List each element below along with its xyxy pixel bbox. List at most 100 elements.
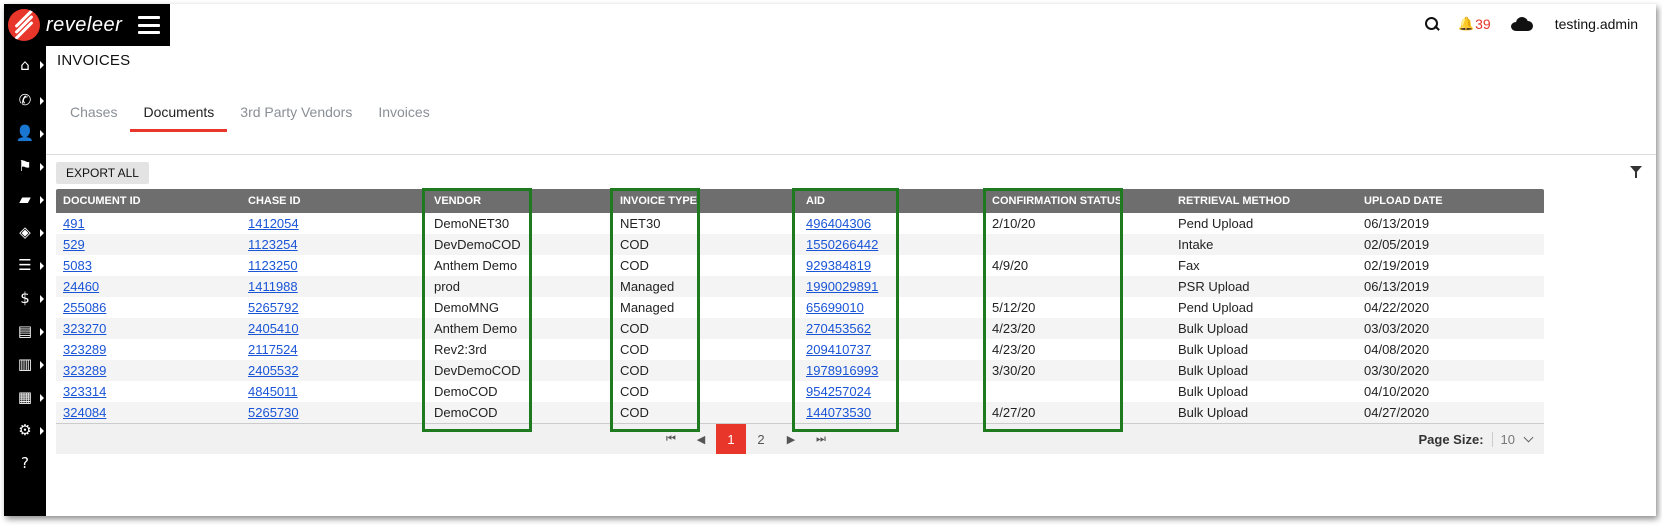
cell-link[interactable]: 5265792 bbox=[248, 300, 299, 315]
caret-right-icon bbox=[40, 228, 44, 237]
hamburger-menu-icon[interactable] bbox=[138, 16, 161, 34]
cell-link[interactable]: 144073530 bbox=[806, 405, 871, 420]
table-row: 323289 2405532 DevDemoCOD COD 1978916993 3/30… bbox=[56, 360, 1544, 381]
table-row: 323289 2117524 Rev2:3rd COD 209410737 4/23/20… bbox=[56, 339, 1544, 360]
table-cell: 03/03/2020 bbox=[1364, 321, 1430, 336]
caret-right-icon bbox=[40, 327, 44, 336]
sidebar-item-clipboard[interactable]: ▤ bbox=[4, 315, 46, 348]
cell-link[interactable]: 1412054 bbox=[248, 216, 299, 231]
cell-link[interactable]: 323270 bbox=[63, 321, 106, 336]
caret-right-icon bbox=[40, 162, 44, 171]
table-cell: 929384819 bbox=[799, 258, 985, 273]
caret-right-icon bbox=[40, 360, 44, 369]
cell-link[interactable]: 5265730 bbox=[248, 405, 299, 420]
column-header[interactable]: UPLOAD DATE bbox=[1357, 195, 1544, 207]
table-cell: DemoNET30 bbox=[434, 216, 510, 231]
table-cell: 04/22/2020 bbox=[1364, 300, 1430, 315]
sidebar-item-dollar[interactable]: $ bbox=[4, 282, 46, 315]
cell-link[interactable]: 496404306 bbox=[806, 216, 871, 231]
cell-link[interactable]: 323314 bbox=[63, 384, 106, 399]
table-row: 324084 5265730 DemoCOD COD 144073530 4/27/20 B… bbox=[56, 402, 1544, 423]
table-cell: 4845011 bbox=[241, 384, 427, 399]
cell-link[interactable]: 954257024 bbox=[806, 384, 871, 399]
cell-link[interactable]: 1990029891 bbox=[806, 279, 878, 294]
page-size-label: Page Size: bbox=[1418, 431, 1484, 447]
document-icon: ▥ bbox=[17, 355, 33, 373]
cell-link[interactable]: 209410737 bbox=[806, 342, 871, 357]
sidebar-item-briefcase[interactable]: ▰ bbox=[4, 183, 46, 216]
column-header[interactable]: CONFIRMATION STATUS bbox=[985, 195, 1171, 207]
cell-link[interactable]: 65699010 bbox=[806, 300, 864, 315]
cell-link[interactable]: 1123250 bbox=[248, 258, 298, 273]
phone-icon: ✆ bbox=[18, 91, 32, 109]
sidebar-item-flag[interactable]: ⚑ bbox=[4, 150, 46, 183]
flag-icon: ⚑ bbox=[18, 157, 32, 175]
table-cell: 65699010 bbox=[799, 300, 985, 315]
table-row: 323270 2405410 Anthem Demo COD 270453562 4/23… bbox=[56, 318, 1544, 339]
column-header[interactable]: AID bbox=[799, 195, 985, 207]
cell-link[interactable]: 255086 bbox=[63, 300, 106, 315]
sidebar-item-document[interactable]: ▥ bbox=[4, 348, 46, 381]
column-header[interactable]: VENDOR bbox=[427, 195, 613, 207]
filter-icon[interactable] bbox=[1630, 166, 1642, 178]
sidebar-item-users[interactable]: 👤 bbox=[4, 117, 46, 150]
cell-link[interactable]: 929384819 bbox=[806, 258, 871, 273]
table-cell: Managed bbox=[620, 300, 675, 315]
pagination-bar: ⏮ ◀ 12 ▶ ⏭ Page Size: 10 bbox=[56, 424, 1544, 454]
cell-link[interactable]: 529 bbox=[63, 237, 85, 252]
page-number-button[interactable]: 1 bbox=[716, 424, 746, 454]
cell-link[interactable]: 1411988 bbox=[248, 279, 298, 294]
cell-link[interactable]: 1978916993 bbox=[806, 363, 878, 378]
cell-link[interactable]: 2405532 bbox=[248, 363, 299, 378]
column-header[interactable]: INVOICE TYPE bbox=[613, 195, 799, 207]
cell-link[interactable]: 2405410 bbox=[248, 321, 299, 336]
table-cell: 255086 bbox=[56, 300, 241, 315]
cell-link[interactable]: 491 bbox=[63, 216, 85, 231]
prev-page-icon[interactable]: ◀ bbox=[686, 424, 716, 454]
cell-link[interactable]: 2117524 bbox=[248, 342, 298, 357]
notifications-button[interactable]: 🔔 39 bbox=[1458, 16, 1491, 32]
tab-3rd-party-vendors[interactable]: 3rd Party Vendors bbox=[227, 100, 365, 132]
table-cell: 323314 bbox=[56, 384, 241, 399]
cell-link[interactable]: 323289 bbox=[63, 342, 106, 357]
table-cell: Bulk Upload bbox=[1178, 342, 1249, 357]
cell-link[interactable]: 24460 bbox=[63, 279, 99, 294]
page-size-select[interactable]: 10 bbox=[1491, 431, 1534, 447]
cell-link[interactable]: 324084 bbox=[63, 405, 106, 420]
sidebar-item-list[interactable]: ☰ bbox=[4, 249, 46, 282]
sidebar-item-chart[interactable]: ▦ bbox=[4, 381, 46, 414]
first-page-icon[interactable]: ⏮ bbox=[656, 424, 686, 454]
cell-link[interactable]: 323289 bbox=[63, 363, 106, 378]
sidebar-item-settings[interactable]: ⚙ bbox=[4, 414, 46, 447]
table-cell: 1123254 bbox=[241, 237, 427, 252]
cell-link[interactable]: 270453562 bbox=[806, 321, 871, 336]
cell-link[interactable]: 1550266442 bbox=[806, 237, 878, 252]
sidebar-item-phone[interactable]: ✆ bbox=[4, 84, 46, 117]
tab-chases[interactable]: Chases bbox=[57, 100, 130, 132]
page-number-button[interactable]: 2 bbox=[746, 424, 776, 454]
last-page-icon[interactable]: ⏭ bbox=[806, 424, 836, 454]
tab-invoices[interactable]: Invoices bbox=[365, 100, 442, 132]
next-page-icon[interactable]: ▶ bbox=[776, 424, 806, 454]
reveleer-logo-icon bbox=[8, 9, 40, 41]
column-header[interactable]: CHASE ID bbox=[241, 195, 427, 207]
column-header[interactable]: RETRIEVAL METHOD bbox=[1171, 195, 1357, 207]
documents-grid: DOCUMENT ID CHASE ID VENDOR INVOICE TYPE AID… bbox=[56, 189, 1544, 454]
table-cell: Fax bbox=[1178, 258, 1200, 273]
cell-link[interactable]: 4845011 bbox=[248, 384, 298, 399]
tab-documents[interactable]: Documents bbox=[130, 100, 228, 132]
cell-link[interactable]: 5083 bbox=[63, 258, 92, 273]
table-cell: COD bbox=[620, 384, 649, 399]
caret-right-icon bbox=[40, 61, 44, 69]
table-cell: 5265730 bbox=[241, 405, 427, 420]
user-menu[interactable]: testing.admin bbox=[1555, 16, 1638, 32]
sidebar-item-layers[interactable]: ◈ bbox=[4, 216, 46, 249]
export-all-button[interactable]: EXPORT ALL bbox=[56, 162, 149, 184]
sidebar-item-help[interactable]: ? bbox=[4, 447, 46, 480]
cloud-icon[interactable] bbox=[1510, 17, 1533, 31]
search-icon[interactable] bbox=[1424, 16, 1440, 32]
table-cell: Bulk Upload bbox=[1178, 405, 1249, 420]
cell-link[interactable]: 1123254 bbox=[248, 237, 298, 252]
sidebar-item-home[interactable]: ⌂ bbox=[4, 46, 46, 84]
column-header[interactable]: DOCUMENT ID bbox=[56, 195, 241, 207]
